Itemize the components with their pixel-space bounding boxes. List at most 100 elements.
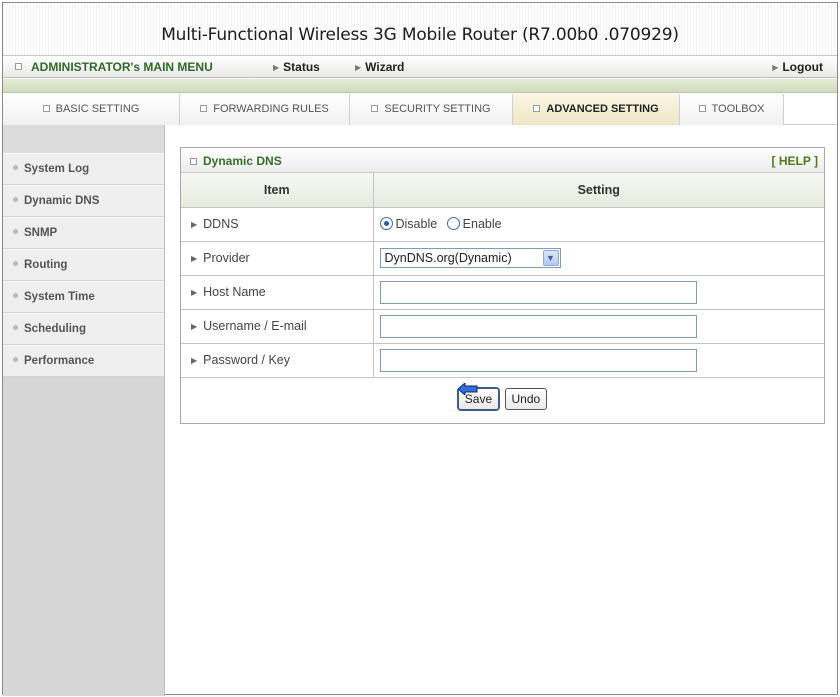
decorative-strip	[3, 79, 837, 93]
panel-title: Dynamic DNS	[190, 154, 282, 168]
table-row: ▶ Password / Key	[181, 343, 824, 378]
triangle-right-icon: ▶	[273, 63, 280, 72]
square-bullet-icon	[190, 158, 197, 165]
sidebar-item-dynamic-dns[interactable]: Dynamic DNS	[3, 185, 164, 217]
sidebar: System Log Dynamic DNS SNMP Routing Syst…	[3, 125, 165, 696]
main-menu-bar: ADMINISTRATOR's MAIN MENU ▶ Status ▶ Wizar…	[3, 55, 837, 78]
triangle-right-icon: ▶	[772, 63, 779, 72]
sidebar-item-label: System Time	[24, 291, 95, 303]
triangle-right-icon: ▶	[191, 220, 198, 229]
host-name-label: Host Name	[203, 285, 266, 299]
username-label: Username / E-mail	[203, 319, 307, 333]
ddns-setting: Disable Enable	[373, 207, 824, 242]
wizard-label: Wizard	[365, 60, 405, 74]
admin-main-menu-label: ADMINISTRATOR's MAIN MENU	[31, 60, 213, 74]
sidebar-header	[3, 125, 164, 153]
sidebar-item-scheduling[interactable]: Scheduling	[3, 313, 164, 345]
logout-label: Logout	[782, 60, 823, 74]
tab-security-setting[interactable]: SECURITY SETTING	[350, 94, 513, 125]
row-label: ▶ Username / E-mail	[181, 309, 374, 344]
password-label: Password / Key	[203, 353, 290, 367]
provider-setting: DynDNS.org(Dynamic) ▼	[373, 241, 824, 276]
tab-forwarding-rules[interactable]: FORWARDING RULES	[180, 94, 350, 125]
row-label: ▶ Provider	[181, 241, 374, 276]
host-name-input[interactable]	[379, 280, 697, 304]
password-input[interactable]	[379, 348, 697, 372]
table-header-row: Item Setting	[181, 173, 824, 208]
tab-label: FORWARDING RULES	[213, 103, 329, 115]
sidebar-item-label: Scheduling	[24, 323, 86, 335]
panel-title-text: Dynamic DNS	[203, 154, 282, 168]
triangle-right-icon: ▶	[355, 63, 362, 72]
square-bullet-icon	[698, 105, 706, 112]
square-bullet-icon	[533, 105, 541, 112]
sidebar-item-routing[interactable]: Routing	[3, 249, 164, 281]
logout-link[interactable]: ▶ Logout	[772, 60, 823, 74]
sidebar-item-label: SNMP	[24, 227, 58, 239]
row-label: ▶ Password / Key	[181, 343, 374, 378]
bullet-dot-icon	[13, 197, 18, 202]
row-label: ▶ Host Name	[181, 275, 374, 310]
bullet-dot-icon	[13, 325, 18, 330]
sidebar-item-label: System Log	[24, 163, 90, 175]
sidebar-item-label: Performance	[24, 355, 95, 367]
square-bullet-icon	[15, 63, 22, 70]
ddns-disable-label: Disable	[395, 217, 438, 231]
wizard-link[interactable]: ▶ Wizard	[355, 60, 404, 74]
sidebar-item-system-log[interactable]: System Log	[3, 153, 164, 185]
chevron-down-icon[interactable]: ▼	[542, 250, 559, 266]
settings-tabs: BASIC SETTING FORWARDING RULES SECURITY …	[3, 94, 837, 125]
square-bullet-icon	[42, 105, 50, 112]
tab-label: TOOLBOX	[711, 103, 765, 115]
panel-header: Dynamic DNS [ HELP ]	[181, 148, 824, 173]
help-link[interactable]: [ HELP ]	[772, 154, 818, 168]
bullet-dot-icon	[13, 261, 18, 266]
sidebar-item-label: Routing	[24, 259, 68, 271]
tab-advanced-setting[interactable]: ADVANCED SETTING	[513, 94, 680, 125]
triangle-right-icon: ▶	[191, 288, 198, 297]
sidebar-item-performance[interactable]: Performance	[3, 345, 164, 377]
bullet-dot-icon	[13, 165, 18, 170]
tab-label: SECURITY SETTING	[384, 103, 491, 115]
button-row: Save Undo	[181, 378, 824, 422]
tab-basic-setting[interactable]: BASIC SETTING	[3, 94, 180, 125]
undo-button[interactable]: Undo	[504, 387, 548, 410]
username-input[interactable]	[379, 314, 697, 338]
triangle-right-icon: ▶	[191, 254, 198, 263]
settings-table: Item Setting ▶ DDNS Disable Enable ▶ Provi…	[181, 173, 824, 378]
provider-selected-value: DynDNS.org(Dynamic)	[384, 251, 512, 265]
table-row: ▶ Provider DynDNS.org(Dynamic) ▼	[181, 241, 824, 276]
status-link[interactable]: ▶ Status	[273, 60, 320, 74]
triangle-right-icon: ▶	[191, 322, 198, 331]
bullet-dot-icon	[13, 293, 18, 298]
router-admin-window: Multi-Functional Wireless 3G Mobile Rout…	[2, 2, 838, 696]
provider-label: Provider	[203, 251, 250, 265]
table-row: ▶ Host Name	[181, 275, 824, 310]
admin-main-menu-link[interactable]: ADMINISTRATOR's MAIN MENU	[15, 60, 213, 74]
tab-label: ADVANCED SETTING	[546, 103, 659, 115]
row-label: ▶ DDNS	[181, 207, 374, 242]
tab-toolbox[interactable]: TOOLBOX	[680, 94, 784, 125]
sidebar-item-snmp[interactable]: SNMP	[3, 217, 164, 249]
triangle-right-icon: ▶	[191, 356, 198, 365]
host-name-setting	[373, 275, 824, 310]
sidebar-item-label: Dynamic DNS	[24, 195, 100, 207]
sidebar-item-system-time[interactable]: System Time	[3, 281, 164, 313]
username-setting	[373, 309, 824, 344]
provider-select[interactable]: DynDNS.org(Dynamic) ▼	[379, 248, 561, 268]
square-bullet-icon	[371, 105, 379, 112]
table-row: ▶ Username / E-mail	[181, 309, 824, 344]
column-header-setting: Setting	[373, 173, 824, 208]
ddns-enable-radio[interactable]	[446, 217, 460, 230]
tab-label: BASIC SETTING	[55, 103, 140, 115]
pointer-arrow-icon	[458, 383, 478, 395]
column-header-item: Item	[181, 173, 374, 208]
bullet-dot-icon	[13, 229, 18, 234]
ddns-label: DDNS	[203, 217, 239, 231]
ddns-enable-label: Enable	[462, 217, 502, 231]
dynamic-dns-panel: Dynamic DNS [ HELP ] Item Setting ▶ DDNS …	[180, 147, 825, 424]
page-title: Multi-Functional Wireless 3G Mobile Rout…	[161, 25, 679, 45]
table-row: ▶ DDNS Disable Enable	[181, 207, 824, 242]
ddns-disable-radio[interactable]	[379, 217, 393, 230]
title-bar: Multi-Functional Wireless 3G Mobile Rout…	[3, 3, 837, 55]
